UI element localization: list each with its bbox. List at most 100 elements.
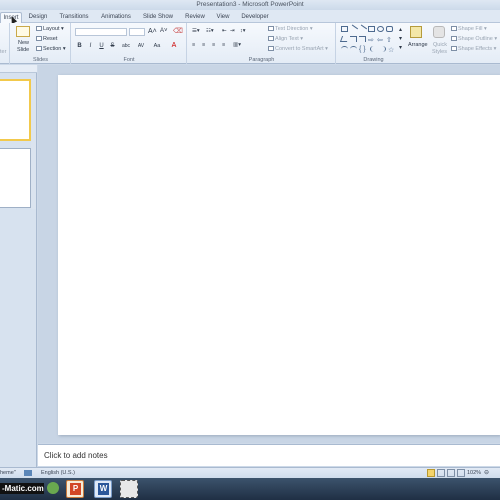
notes-pane[interactable]: Click to add notes xyxy=(38,444,500,466)
slide-thumbnail-2[interactable] xyxy=(0,148,31,208)
shape-right-arrow-icon[interactable]: ⇨ xyxy=(368,36,375,44)
align-text-icon xyxy=(268,36,274,42)
language-indicator[interactable]: English (U.S.) xyxy=(41,468,75,478)
shape-elbow-arrow-icon[interactable] xyxy=(359,36,366,42)
word-logo-icon: W xyxy=(98,483,109,495)
shape-rounded-rect-icon[interactable] xyxy=(386,26,393,32)
tab-animations[interactable]: Animations xyxy=(97,12,135,23)
shape-outline-icon xyxy=(451,36,457,42)
shape-left-arrow-icon[interactable]: ⇦ xyxy=(377,36,384,44)
font-group: A˄ A˅ ⌫ B I U S abc AV Aa A Font xyxy=(72,23,187,64)
bullets-icon[interactable]: ☰▾ xyxy=(192,28,200,34)
font-color-icon[interactable]: A xyxy=(168,42,180,50)
shape-effects-icon xyxy=(451,46,457,52)
zoom-out-icon[interactable]: ⊖ xyxy=(484,468,489,478)
justify-icon[interactable]: ≡ xyxy=(222,42,225,48)
change-case-button[interactable]: Aa xyxy=(150,42,164,50)
quick-styles-label[interactable]: Quick xyxy=(433,42,447,48)
slide-thumbnail-1[interactable] xyxy=(0,79,31,141)
word-taskbar-icon[interactable]: W xyxy=(94,480,112,498)
line-spacing-icon[interactable]: ↕▾ xyxy=(240,28,246,34)
italic-button[interactable]: I xyxy=(86,42,95,50)
shape-rectangle-icon[interactable] xyxy=(368,26,375,32)
spell-check-icon[interactable] xyxy=(24,470,32,476)
taskbar: -Matic.com P W xyxy=(0,478,500,500)
shape-arc-icon[interactable] xyxy=(341,46,348,52)
convert-smartart-button[interactable]: Convert to SmartArt ▾ xyxy=(268,46,328,52)
shape-elbow-icon[interactable] xyxy=(350,36,357,42)
tab-developer[interactable]: Developer xyxy=(238,12,272,23)
character-spacing-button[interactable]: AV xyxy=(134,42,148,50)
shape-brace-icon[interactable]: { } xyxy=(359,46,366,53)
slide-editing-area xyxy=(38,65,500,443)
quick-styles-icon[interactable] xyxy=(433,26,445,38)
text-direction-button[interactable]: Text Direction ▾ xyxy=(268,26,313,32)
shape-bracket-right-icon[interactable] xyxy=(379,46,386,52)
new-slide-label[interactable]: New xyxy=(18,40,29,46)
snipping-tool-taskbar-icon[interactable] xyxy=(120,480,138,498)
shape-triangle-icon[interactable] xyxy=(339,36,350,42)
align-left-icon[interactable]: ≡ xyxy=(192,42,195,48)
powerpoint-taskbar-icon[interactable]: P xyxy=(66,480,84,498)
shape-oval-icon[interactable] xyxy=(377,26,384,32)
layout-icon xyxy=(36,26,42,32)
thumbnails-scrollbar[interactable] xyxy=(31,79,36,209)
shape-star-icon[interactable]: ☆ xyxy=(388,46,395,54)
taskbar-app-icon-1[interactable] xyxy=(47,482,59,494)
bold-button[interactable]: B xyxy=(75,42,84,50)
shapes-scroll-down-icon[interactable]: ▾ xyxy=(399,35,402,42)
numbering-icon[interactable]: ☷▾ xyxy=(206,28,214,34)
shape-fill-button[interactable]: Shape Fill ▾ xyxy=(451,26,487,32)
tab-review[interactable]: Review xyxy=(181,12,209,23)
new-slide-label-2[interactable]: Slide xyxy=(17,47,29,53)
strikethrough-button[interactable]: S xyxy=(108,42,117,50)
shape-bracket-icon[interactable] xyxy=(370,46,377,52)
clear-formatting-icon[interactable]: ⌫ xyxy=(173,27,183,35)
align-right-icon[interactable]: ≡ xyxy=(212,42,215,48)
paragraph-group: ☰▾ ☷▾ ⇤ ⇥ ↕▾ ≡ ≡ ≡ ≡ ▥▾ Text Direction ▾… xyxy=(188,23,336,64)
slide-show-icon[interactable] xyxy=(457,469,465,477)
shape-effects-button[interactable]: Shape Effects ▾ xyxy=(451,46,496,52)
slide-sorter-icon[interactable] xyxy=(437,469,445,477)
shape-up-arrow-icon[interactable]: ⇧ xyxy=(386,36,393,44)
tab-design[interactable]: Design xyxy=(25,12,51,23)
increase-indent-icon[interactable]: ⇥ xyxy=(230,28,235,34)
shape-textbox-icon[interactable] xyxy=(341,26,348,32)
grow-font-icon[interactable]: A˄ xyxy=(148,28,157,35)
drawing-group: ⇨ ⇦ ⇧ { } ☆ ▴ ▾ ▾ Arrange Quick Styles S… xyxy=(337,23,500,64)
normal-view-icon[interactable] xyxy=(427,469,435,477)
section-button[interactable]: Section ▾ xyxy=(36,46,66,52)
clipboard-group: ter xyxy=(0,23,10,64)
decrease-indent-icon[interactable]: ⇤ xyxy=(222,28,227,34)
reset-button[interactable]: Reset xyxy=(36,36,57,42)
align-center-icon[interactable]: ≡ xyxy=(202,42,205,48)
slide-canvas[interactable] xyxy=(58,75,500,435)
underline-button[interactable]: U xyxy=(97,42,106,50)
quick-styles-label-2[interactable]: Styles xyxy=(432,49,447,55)
shape-outline-button[interactable]: Shape Outline ▾ xyxy=(451,36,497,42)
new-slide-icon[interactable] xyxy=(16,26,30,37)
arrange-label[interactable]: Arrange xyxy=(408,42,428,48)
shapes-scroll-up-icon[interactable]: ▴ xyxy=(399,26,402,33)
shapes-more-icon[interactable]: ▾ xyxy=(399,44,402,51)
section-icon xyxy=(36,46,42,52)
tab-view[interactable]: View xyxy=(212,12,234,23)
arrange-icon[interactable] xyxy=(410,26,422,38)
shrink-font-icon[interactable]: A˅ xyxy=(160,28,168,34)
layout-button[interactable]: Layout ▾ xyxy=(36,26,64,32)
align-text-button[interactable]: Align Text ▾ xyxy=(268,36,303,42)
columns-icon[interactable]: ▥▾ xyxy=(233,42,241,48)
format-painter-label[interactable]: ter xyxy=(0,49,6,55)
thumbnails-panel-header xyxy=(0,65,37,73)
tab-slide-show[interactable]: Slide Show xyxy=(140,12,176,23)
window-title: Presentation3 - Microsoft PowerPoint xyxy=(196,1,304,8)
reading-view-icon[interactable] xyxy=(447,469,455,477)
font-name-select[interactable] xyxy=(75,28,127,36)
font-size-select[interactable] xyxy=(129,28,145,36)
tab-transitions[interactable]: Transitions xyxy=(56,12,92,23)
zoom-level[interactable]: 102% xyxy=(467,468,481,478)
shape-arrow-line-icon[interactable] xyxy=(357,24,368,34)
slide-thumbnails-panel xyxy=(0,65,37,468)
shadow-button[interactable]: abc xyxy=(119,42,133,50)
shape-curve-icon[interactable] xyxy=(350,46,357,52)
